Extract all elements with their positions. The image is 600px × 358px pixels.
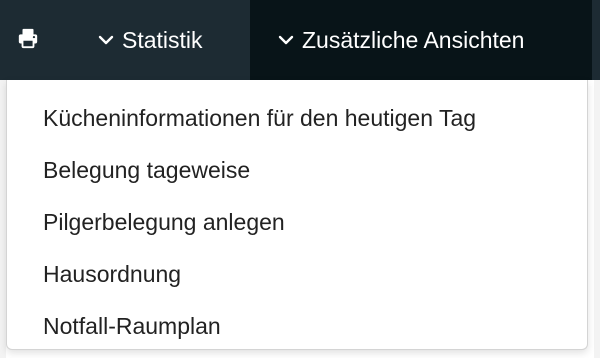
top-navbar: Statistik Zusätzliche Ansichten	[0, 0, 600, 80]
chevron-down-icon	[278, 34, 294, 46]
nav-zusaetzliche-ansichten-label: Zusätzliche Ansichten	[302, 26, 525, 53]
zusaetzliche-ansichten-menu: Kücheninformationen für den heutigen Tag…	[6, 80, 588, 350]
nav-zusaetzliche-ansichten-dropdown[interactable]: Zusätzliche Ansichten	[250, 0, 592, 80]
page-background-right	[594, 80, 600, 358]
chevron-down-icon	[98, 34, 114, 46]
printer-icon	[17, 27, 39, 54]
dropdown-menu-list: Kücheninformationen für den heutigen Tag…	[7, 80, 587, 352]
nav-statistik-dropdown[interactable]: Statistik	[78, 0, 248, 80]
menu-item-pilgerbelegung-anlegen[interactable]: Pilgerbelegung anlegen	[7, 196, 587, 248]
menu-item-notfall-raumplan[interactable]: Notfall-Raumplan	[7, 300, 587, 352]
menu-item-kuecheninformationen[interactable]: Kücheninformationen für den heutigen Tag	[7, 92, 587, 144]
nav-statistik-label: Statistik	[122, 26, 203, 53]
menu-item-hausordnung[interactable]: Hausordnung	[7, 248, 587, 300]
menu-item-belegung-tageweise[interactable]: Belegung tageweise	[7, 144, 587, 196]
print-button[interactable]	[0, 0, 56, 80]
